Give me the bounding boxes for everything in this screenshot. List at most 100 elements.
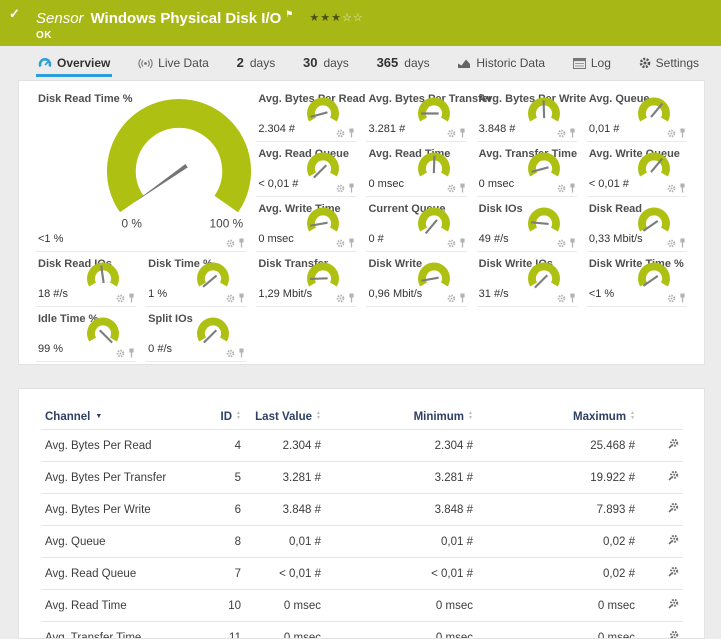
gauge-disk-write[interactable]: Disk Write 0,96 Mbit/s — [366, 252, 466, 307]
gauge-actions[interactable] — [447, 183, 466, 193]
gauge-pin-icon[interactable] — [348, 238, 355, 248]
gauge-pin-icon[interactable] — [238, 348, 245, 358]
gauge-disk-read-time[interactable]: Disk Read Time % 0 % 100 % <1 % — [36, 87, 246, 252]
gauge-actions[interactable] — [667, 238, 686, 248]
gauge-settings-gear-icon[interactable] — [336, 184, 345, 193]
gauge-settings-gear-icon[interactable] — [336, 129, 345, 138]
gauge-avg-bytes-per-transfer[interactable]: Avg. Bytes Per Transfer 3.281 # — [366, 87, 466, 142]
tab-2-days[interactable]: 2days — [235, 49, 278, 77]
gauge-settings-gear-icon[interactable] — [447, 129, 456, 138]
tab-live-data[interactable]: Live Data — [136, 50, 211, 77]
gauge-disk-transfer[interactable]: Disk Transfer 1,29 Mbit/s — [256, 252, 356, 307]
gauge-actions[interactable] — [336, 128, 355, 138]
gauge-settings-gear-icon[interactable] — [557, 239, 566, 248]
gauge-avg-bytes-per-write[interactable]: Avg. Bytes Per Write 3.848 # — [477, 87, 577, 142]
gauge-pin-icon[interactable] — [569, 183, 576, 193]
column-header-last-value[interactable]: Last Value▲▼ — [245, 403, 325, 430]
gauge-disk-read-ios[interactable]: Disk Read IOs 18 #/s — [36, 252, 136, 307]
gauge-settings-gear-icon[interactable] — [336, 239, 345, 248]
gauge-actions[interactable] — [226, 238, 245, 248]
star-empty-icon[interactable]: ☆ — [353, 12, 364, 24]
gauge-avg-write-time[interactable]: Avg. Write Time 0 msec — [256, 197, 356, 252]
gauge-settings-gear-icon[interactable] — [447, 184, 456, 193]
gauge-pin-icon[interactable] — [679, 183, 686, 193]
gauge-actions[interactable] — [336, 238, 355, 248]
gauge-actions[interactable] — [116, 293, 135, 303]
gauge-pin-icon[interactable] — [679, 128, 686, 138]
gauge-settings-gear-icon[interactable] — [116, 294, 125, 303]
channel-settings-gear-icon[interactable] — [667, 470, 679, 485]
gauge-disk-write-time[interactable]: Disk Write Time % <1 % — [587, 252, 687, 307]
gauge-actions[interactable] — [667, 293, 686, 303]
gauge-pin-icon[interactable] — [569, 128, 576, 138]
gauge-avg-write-queue[interactable]: Avg. Write Queue < 0,01 # — [587, 142, 687, 197]
gauge-avg-transfer-time[interactable]: Avg. Transfer Time 0 msec — [477, 142, 577, 197]
gauge-actions[interactable] — [336, 293, 355, 303]
gauge-pin-icon[interactable] — [348, 293, 355, 303]
tab-365-days[interactable]: 365days — [375, 49, 432, 77]
gauge-settings-gear-icon[interactable] — [667, 184, 676, 193]
gauge-settings-gear-icon[interactable] — [557, 294, 566, 303]
gauge-pin-icon[interactable] — [128, 293, 135, 303]
gauge-pin-icon[interactable] — [459, 238, 466, 248]
gauge-actions[interactable] — [557, 238, 576, 248]
gauge-settings-gear-icon[interactable] — [557, 184, 566, 193]
channel-settings-gear-icon[interactable] — [667, 630, 679, 639]
gauge-settings-gear-icon[interactable] — [226, 294, 235, 303]
gauge-actions[interactable] — [226, 293, 245, 303]
gauge-settings-gear-icon[interactable] — [557, 129, 566, 138]
gauge-split-ios[interactable]: Split IOs 0 #/s — [146, 307, 246, 362]
gauge-actions[interactable] — [667, 183, 686, 193]
gauge-actions[interactable] — [447, 293, 466, 303]
tab-settings[interactable]: Settings — [637, 50, 701, 77]
gauge-avg-read-queue[interactable]: Avg. Read Queue < 0,01 # — [256, 142, 356, 197]
gauge-avg-read-time[interactable]: Avg. Read Time 0 msec — [366, 142, 466, 197]
star-filled-icon[interactable]: ★ — [320, 12, 331, 24]
gauge-settings-gear-icon[interactable] — [447, 294, 456, 303]
gauge-pin-icon[interactable] — [569, 293, 576, 303]
gauge-idle-time[interactable]: Idle Time % 99 % — [36, 307, 136, 362]
gauge-actions[interactable] — [447, 238, 466, 248]
gauge-disk-write-ios[interactable]: Disk Write IOs 31 #/s — [477, 252, 577, 307]
gauge-actions[interactable] — [336, 183, 355, 193]
gauge-pin-icon[interactable] — [679, 293, 686, 303]
gauge-actions[interactable] — [557, 183, 576, 193]
tab-overview[interactable]: Overview — [36, 50, 112, 77]
column-header-channel[interactable]: Channel▼ — [41, 403, 199, 430]
gauge-settings-gear-icon[interactable] — [447, 239, 456, 248]
column-header-minimum[interactable]: Minimum▲▼ — [325, 403, 477, 430]
gauge-settings-gear-icon[interactable] — [667, 129, 676, 138]
gauge-settings-gear-icon[interactable] — [667, 239, 676, 248]
channel-settings-gear-icon[interactable] — [667, 534, 679, 549]
column-header-id[interactable]: ID▲▼ — [199, 403, 245, 430]
tab-log[interactable]: Log — [571, 50, 613, 77]
gauge-actions[interactable] — [447, 128, 466, 138]
gauge-pin-icon[interactable] — [238, 238, 245, 248]
gauge-actions[interactable] — [557, 293, 576, 303]
filter-dropdown-icon[interactable]: ▼ — [95, 413, 102, 420]
gauge-actions[interactable] — [116, 348, 135, 358]
channel-settings-gear-icon[interactable] — [667, 566, 679, 581]
gauge-actions[interactable] — [557, 128, 576, 138]
gauge-pin-icon[interactable] — [459, 183, 466, 193]
gauge-settings-gear-icon[interactable] — [667, 294, 676, 303]
star-filled-icon[interactable]: ★ — [309, 12, 320, 24]
gauge-pin-icon[interactable] — [348, 128, 355, 138]
gauge-settings-gear-icon[interactable] — [226, 239, 235, 248]
gauge-pin-icon[interactable] — [569, 238, 576, 248]
gauge-pin-icon[interactable] — [128, 348, 135, 358]
gauge-disk-time[interactable]: Disk Time % 1 % — [146, 252, 246, 307]
gauge-avg-queue[interactable]: Avg. Queue 0,01 # — [587, 87, 687, 142]
priority-stars[interactable]: ★★★☆☆ — [309, 12, 363, 24]
gauge-pin-icon[interactable] — [348, 183, 355, 193]
tab-historic-data[interactable]: Historic Data — [455, 50, 547, 77]
gauge-pin-icon[interactable] — [679, 238, 686, 248]
column-header-maximum[interactable]: Maximum▲▼ — [477, 403, 639, 430]
gauge-disk-ios[interactable]: Disk IOs 49 #/s — [477, 197, 577, 252]
flag-icon[interactable]: ⚑ — [285, 9, 293, 19]
star-empty-icon[interactable]: ☆ — [342, 12, 353, 24]
gauge-settings-gear-icon[interactable] — [336, 294, 345, 303]
gauge-avg-bytes-per-read[interactable]: Avg. Bytes Per Read 2.304 # — [256, 87, 356, 142]
gauge-actions[interactable] — [667, 128, 686, 138]
gauge-settings-gear-icon[interactable] — [116, 349, 125, 358]
